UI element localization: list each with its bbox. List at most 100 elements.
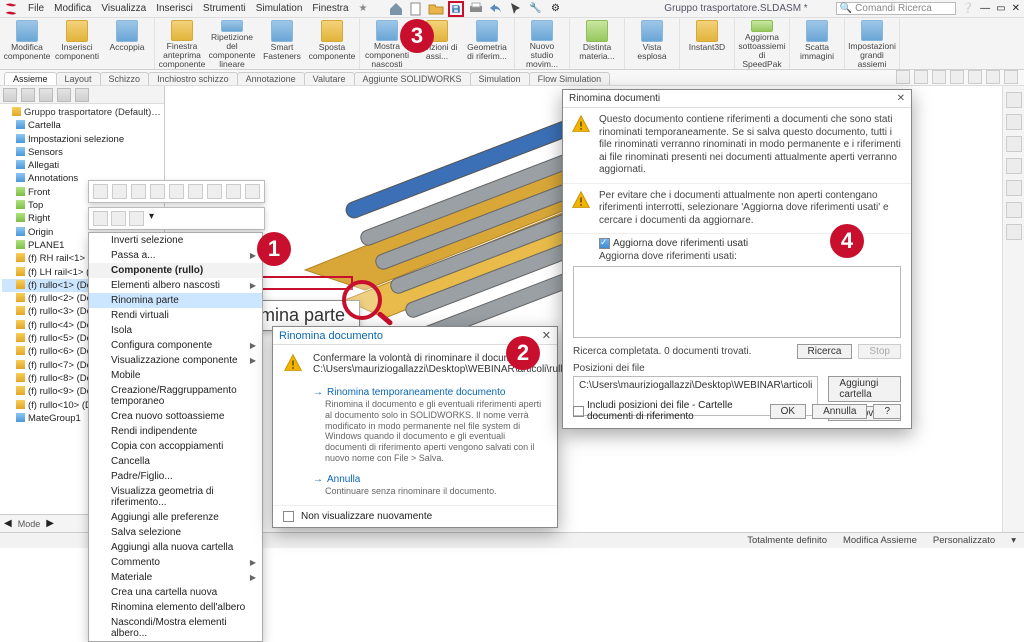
save-icon[interactable] (448, 1, 464, 17)
rbtn-vista-esplosa[interactable]: Vista esplosa (629, 20, 675, 69)
tab-inchiostro[interactable]: Inchiostro schizzo (148, 72, 238, 85)
taskpane-view-palette-icon[interactable] (1006, 158, 1022, 174)
ctx-tool2-2-icon[interactable] (111, 211, 126, 226)
tree-bottom-tab[interactable]: Mode (18, 519, 41, 529)
minimize-icon[interactable]: — (980, 3, 990, 14)
dlg2-close-icon[interactable]: ✕ (897, 93, 905, 104)
view-display-icon[interactable] (914, 70, 928, 84)
ctx-item[interactable]: Configura componente▶ (89, 338, 262, 353)
menu-inserisci[interactable]: Inserisci (156, 3, 193, 14)
ctx-tool-6-icon[interactable] (188, 184, 203, 199)
tree-tab-feature-icon[interactable] (3, 88, 17, 102)
ctx-item[interactable]: Visualizzazione componente▶ (89, 353, 262, 368)
tree-scroll-right-icon[interactable]: ▶ (46, 518, 54, 529)
dlg2-include-paths-checkbox[interactable] (573, 406, 584, 417)
taskpane-resources-icon[interactable] (1006, 92, 1022, 108)
rbtn-scatta-immagini[interactable]: Scatta immagini (794, 20, 840, 69)
dlg2-refs-listbox[interactable] (573, 266, 901, 338)
menu-modifica[interactable]: Modifica (54, 3, 91, 14)
undo-icon[interactable] (488, 1, 504, 17)
ctx-item[interactable]: Crea una cartella nuova (89, 585, 262, 600)
rbtn-grandi-assiemi[interactable]: Impostazioni grandi assiemi (849, 20, 895, 69)
tree-tab-more-icon[interactable] (75, 88, 89, 102)
dlg2-add-folder-button[interactable]: Aggiungi cartella (828, 376, 901, 402)
tree-tab-property-icon[interactable] (21, 88, 35, 102)
tab-layout[interactable]: Layout (56, 72, 101, 85)
ctx-item[interactable]: Aggiungi alle preferenze (89, 510, 262, 525)
rbtn-studio-movimento[interactable]: Nuovo studio movim... (519, 20, 565, 69)
rbtn-accoppia[interactable]: Accoppia (104, 20, 150, 69)
ctx-tool-1-icon[interactable] (93, 184, 108, 199)
rbtn-finestra-anteprima[interactable]: Finestra anteprima componente (159, 20, 205, 69)
select-icon[interactable] (508, 1, 524, 17)
tab-simulation[interactable]: Simulation (470, 72, 530, 85)
ctx-item[interactable]: Isola (89, 323, 262, 338)
rbtn-modifica-componente[interactable]: Modifica componente (4, 20, 50, 69)
taskpane-properties-icon[interactable] (1006, 202, 1022, 218)
rbtn-instant3d[interactable]: Instant3D (684, 20, 730, 69)
rbtn-smart-fasteners[interactable]: Smart Fasteners (259, 20, 305, 69)
rebuild-icon[interactable]: 🔧 (528, 1, 544, 17)
tree-root[interactable]: Gruppo trasportatore (Default) <Disp (2, 106, 162, 119)
command-search[interactable]: 🔍 Comandi Ricerca (836, 2, 956, 15)
view-settings-icon[interactable] (968, 70, 982, 84)
ctx-item[interactable]: Rendi indipendente (89, 424, 262, 439)
dlg2-ok-button[interactable]: OK (770, 404, 806, 419)
close-icon[interactable]: ✕ (1012, 3, 1020, 14)
ctx-item[interactable]: Creazione/Raggruppamento temporaneo (89, 383, 262, 409)
ctx-item[interactable]: Cancella (89, 454, 262, 469)
ctx-item[interactable]: Mobile (89, 368, 262, 383)
ctx-tool2-3-icon[interactable] (129, 211, 144, 226)
menu-strumenti[interactable]: Strumenti (203, 3, 246, 14)
home-icon[interactable] (388, 1, 404, 17)
menu-file[interactable]: File (28, 3, 44, 14)
dlg2-help-button[interactable]: ? (873, 404, 901, 419)
taskpane-forum-icon[interactable] (1006, 224, 1022, 240)
rbtn-speedpak[interactable]: Aggiorna sottoassiemi di SpeedPak (739, 20, 785, 69)
ctx-item[interactable]: Elementi albero nascosti▶ (89, 278, 262, 293)
dlg1-option-cancel[interactable]: →Annulla Continuare senza rinominare il … (313, 474, 545, 497)
dlg2-cancel-button[interactable]: Annulla (812, 404, 867, 419)
tree-node[interactable]: Impostazioni selezione (2, 133, 162, 146)
tab-valutare[interactable]: Valutare (304, 72, 355, 85)
ctx-tool-2-icon[interactable] (112, 184, 127, 199)
view-more-icon[interactable] (986, 70, 1000, 84)
rbtn-geometria-riferimento[interactable]: Geometria di riferim... (464, 20, 510, 69)
ctx-tool-4-icon[interactable] (150, 184, 165, 199)
view-orient-icon[interactable] (896, 70, 910, 84)
ctx-item[interactable]: Passa a...▶ (89, 248, 262, 263)
rbtn-ripetizione-lineare[interactable]: Ripetizione del componente lineare (209, 20, 255, 69)
ctx-item[interactable]: Rinomina parte (89, 293, 262, 308)
dlg2-search-button[interactable]: Ricerca (797, 344, 853, 359)
tab-assieme[interactable]: Assieme (4, 72, 57, 85)
dlg1-option-rename[interactable]: →Rinomina temporaneamente documento Rino… (313, 387, 545, 464)
ctx-item[interactable]: Rinomina elemento dell'albero (89, 600, 262, 615)
ctx-item[interactable]: Visualizza geometria di riferimento... (89, 484, 262, 510)
view-hide-icon[interactable] (950, 70, 964, 84)
maximize-icon[interactable]: ▭ (996, 3, 1005, 14)
ctx-tool-9-icon[interactable] (245, 184, 260, 199)
ctx-item[interactable]: Copia con accoppiamenti (89, 439, 262, 454)
viewport-split-icon[interactable] (1004, 70, 1018, 84)
ctx-item[interactable]: Inverti selezione (89, 233, 262, 248)
ctx-item[interactable]: Materiale▶ (89, 570, 262, 585)
rbtn-inserisci-componenti[interactable]: Inserisci componenti (54, 20, 100, 69)
ctx-tool-3-icon[interactable] (131, 184, 146, 199)
tree-tab-config-icon[interactable] (39, 88, 53, 102)
tab-aggiunte[interactable]: Aggiunte SOLIDWORKS (354, 72, 471, 85)
menu-finestra[interactable]: Finestra (312, 3, 348, 14)
open-icon[interactable] (428, 1, 444, 17)
tree-node[interactable]: Sensors (2, 146, 162, 159)
menu-visualizza[interactable]: Visualizza (101, 3, 146, 14)
tree-scroll-left-icon[interactable]: ◀ (4, 518, 12, 529)
ctx-tool-8-icon[interactable] (226, 184, 241, 199)
tab-flow[interactable]: Flow Simulation (529, 72, 611, 85)
taskpane-appearances-icon[interactable] (1006, 180, 1022, 196)
view-scene-icon[interactable] (932, 70, 946, 84)
help-icon[interactable]: ❔ (962, 3, 974, 14)
tree-node[interactable]: Cartella (2, 119, 162, 132)
taskpane-design-library-icon[interactable] (1006, 114, 1022, 130)
taskpane-file-explorer-icon[interactable] (1006, 136, 1022, 152)
rbtn-distinta[interactable]: Distinta materia... (574, 20, 620, 69)
menu-simulation[interactable]: Simulation (256, 3, 303, 14)
